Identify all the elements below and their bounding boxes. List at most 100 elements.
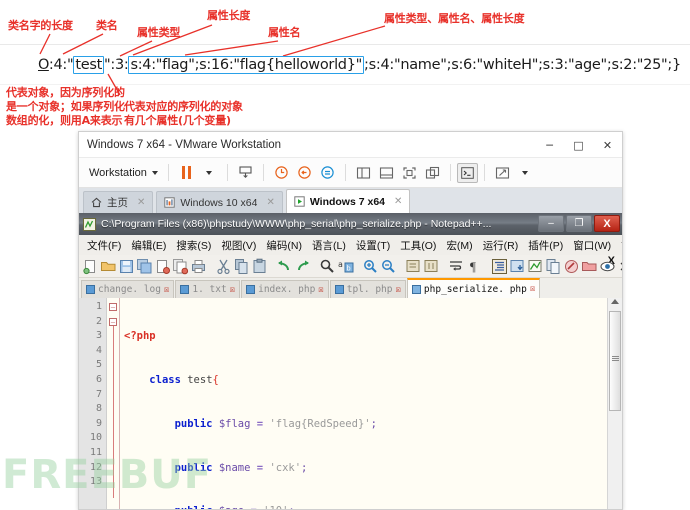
serialized-attr-block: s:4:"flag";s:16:"flag{helloworld}" [128, 56, 365, 74]
stretch-guest-icon[interactable] [491, 161, 514, 184]
file-tab-1-txt[interactable]: 1. txt ☒ [175, 280, 241, 298]
close-icon[interactable]: ✕ [266, 197, 274, 208]
monitoring-icon[interactable] [599, 258, 616, 275]
zoom-in-icon[interactable] [362, 258, 379, 275]
maximize-icon[interactable]: □ [564, 132, 593, 158]
toolbar-divider [344, 164, 346, 181]
show-all-chars-icon[interactable]: ¶ [466, 258, 483, 275]
file-tab-php-serialize-php[interactable]: php_serialize. php ☒ [406, 278, 541, 298]
close-icon[interactable]: ✕ [394, 196, 402, 207]
console-view-icon[interactable] [456, 162, 478, 183]
close-icon[interactable]: X [594, 215, 620, 232]
macro-record-icon[interactable] [563, 258, 580, 275]
undo-icon[interactable] [276, 258, 293, 275]
workstation-menu-label: Workstation [89, 166, 147, 179]
chevron-down-icon [151, 170, 158, 175]
file-tab-label: 1. txt [192, 284, 227, 295]
find-icon[interactable] [319, 258, 336, 275]
show-thumbnail-bar-icon[interactable] [375, 161, 398, 184]
show-doc-map-icon[interactable] [509, 258, 526, 275]
doc-list-icon[interactable] [527, 258, 544, 275]
pause-dropdown-icon[interactable] [198, 161, 221, 184]
line-number: 1 [95, 301, 102, 312]
menu-item-search[interactable]: 搜索(S) [171, 238, 216, 253]
show-library-icon[interactable] [352, 161, 375, 184]
file-tab-label: php_serialize. php [423, 283, 527, 295]
close-icon[interactable]: ☒ [530, 284, 535, 294]
function-list-icon[interactable] [545, 258, 562, 275]
redo-icon[interactable] [294, 258, 311, 275]
menu-item-tools[interactable]: 工具(O) [395, 238, 441, 253]
close-all-icon[interactable] [172, 258, 189, 275]
close-icon[interactable]: ☒ [318, 285, 323, 295]
snapshot-manager-icon[interactable] [316, 161, 339, 184]
annotation-prop-length: 属性长度 [207, 9, 251, 22]
menu-item-run[interactable]: 运行(R) [478, 238, 524, 253]
file-tab-index-php[interactable]: index. php ☒ [241, 280, 329, 298]
save-icon[interactable] [118, 258, 135, 275]
cut-icon[interactable] [215, 258, 232, 275]
menu-item-view[interactable]: 视图(V) [216, 238, 261, 253]
scrollbar-thumb[interactable] [609, 311, 621, 411]
code-editor[interactable]: 1 2 3 4 5 6 7 8 9 10 11 12 13 – – <?php … [79, 298, 622, 509]
line-number: 13 [89, 476, 102, 488]
folder-workspace-icon[interactable] [581, 258, 598, 275]
menu-item-plugins[interactable]: 插件(P) [523, 238, 568, 253]
sync-horizontal-icon[interactable] [423, 258, 440, 275]
menu-item-settings[interactable]: 设置(T) [351, 238, 395, 253]
replace-icon[interactable]: ab [337, 258, 354, 275]
menu-item-macro[interactable]: 宏(M) [441, 238, 477, 253]
indent-guide-icon[interactable] [491, 258, 508, 275]
vertical-scrollbar[interactable] [607, 298, 622, 509]
menu-item-file[interactable]: 文件(F) [82, 238, 126, 253]
fold-marker[interactable]: – [109, 318, 117, 326]
print-icon[interactable] [190, 258, 207, 275]
snapshot-icon[interactable] [270, 161, 293, 184]
notepadpp-window-title: C:\Program Files (x86)\phpstudy\WWW\php_… [101, 218, 492, 230]
save-all-icon[interactable] [136, 258, 153, 275]
menu-item-edit[interactable]: 编辑(E) [126, 238, 171, 253]
annotation-class-name-length: 类名字的长度 [8, 19, 73, 32]
restore-icon[interactable]: ❐ [566, 215, 592, 232]
menu-item-window[interactable]: 窗口(W) [568, 238, 616, 253]
fold-marker[interactable]: – [109, 303, 117, 311]
send-ctrl-alt-del-icon[interactable] [234, 161, 257, 184]
close-icon[interactable]: ☒ [164, 285, 169, 295]
notepadpp-window: C:\Program Files (x86)\phpstudy\WWW\php_… [79, 213, 622, 509]
sync-vertical-icon[interactable] [405, 258, 422, 275]
zoom-out-icon[interactable] [380, 258, 397, 275]
close-icon[interactable]: ☒ [230, 285, 235, 295]
scrollbar-grip [612, 356, 619, 361]
scroll-up-icon[interactable] [611, 299, 619, 304]
fullscreen-icon[interactable] [398, 161, 421, 184]
minimize-icon[interactable]: ─ [535, 132, 564, 158]
revert-snapshot-icon[interactable] [293, 161, 316, 184]
workstation-menu-button[interactable]: Workstation [85, 167, 162, 179]
minimize-icon[interactable]: – [538, 215, 564, 232]
stretch-dropdown-icon[interactable] [514, 161, 537, 184]
code-content[interactable]: <?php class test{ public $flag = 'flag{R… [120, 298, 607, 509]
new-file-icon[interactable] [82, 258, 99, 275]
file-tab-tpl-php[interactable]: tpl. php ☒ [329, 280, 406, 298]
close-icon[interactable]: ✕ [137, 197, 145, 208]
file-tab-change-log[interactable]: change. log ☒ [81, 280, 175, 298]
close-icon[interactable]: ☒ [395, 285, 400, 295]
annotation-object-note-line3: 数组的化，则用A来表示 [6, 114, 123, 127]
code-folding-column[interactable]: – – [107, 298, 120, 509]
word-wrap-icon[interactable] [448, 258, 465, 275]
vmware-tab-home[interactable]: 主页 ✕ [83, 191, 154, 213]
copy-icon[interactable] [233, 258, 250, 275]
unity-mode-icon[interactable] [421, 161, 444, 184]
close-file-icon[interactable] [154, 258, 171, 275]
menu-item-language[interactable]: 语言(L) [307, 238, 351, 253]
pause-icon[interactable] [175, 161, 198, 184]
paste-icon[interactable] [251, 258, 268, 275]
vmware-tab-windows-7[interactable]: Windows 7 x64 ✕ [285, 189, 411, 213]
vmware-tab-windows-10[interactable]: Windows 10 x64 ✕ [156, 191, 283, 213]
close-icon[interactable]: ✕ [593, 132, 622, 158]
menu-item-encoding[interactable]: 编码(N) [261, 238, 307, 253]
open-file-icon[interactable] [100, 258, 117, 275]
overflow-icon[interactable] [617, 258, 622, 275]
annotation-object-note-line1: 代表对象，因为序列化的 [6, 86, 125, 99]
menu-item-help[interactable]: ? [616, 239, 622, 251]
